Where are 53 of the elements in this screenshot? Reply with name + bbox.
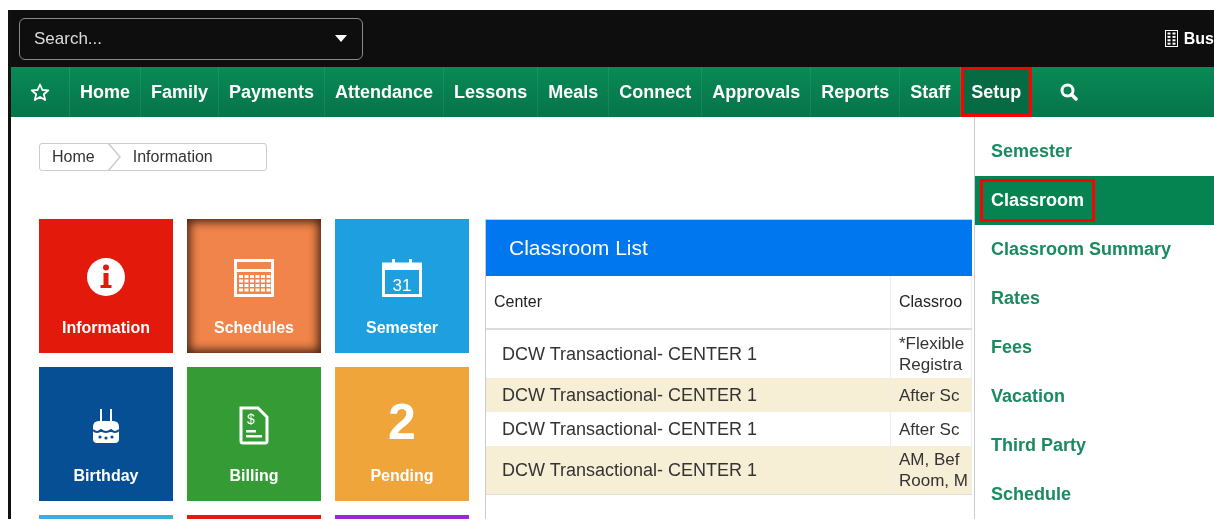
- menu-item-label: Classroom: [983, 182, 1093, 219]
- dashboard-tile[interactable]: Information: [39, 219, 173, 353]
- star-icon[interactable]: [30, 82, 50, 102]
- account-label[interactable]: Bus: [1183, 29, 1214, 48]
- table-cell: DCW Transactional- CENTER 1: [486, 446, 891, 494]
- dashboard-tile[interactable]: $ Billing: [187, 367, 321, 501]
- dashboard-tile[interactable]: Birthday: [39, 367, 173, 501]
- menu-item-label: Third Party: [990, 434, 1088, 457]
- building-icon: [1164, 30, 1178, 47]
- menu-item-label: Schedule: [990, 483, 1073, 506]
- menu-item[interactable]: Classroom: [975, 176, 1214, 225]
- caret-icon: [335, 34, 347, 42]
- menu-item-label: Rates: [990, 287, 1042, 310]
- menu-item[interactable]: Fees: [975, 323, 1214, 372]
- menu-item[interactable]: Classroom Summary: [975, 225, 1214, 274]
- breadcrumb-link[interactable]: Home: [40, 148, 107, 166]
- info-icon: [86, 257, 126, 297]
- menu-item[interactable]: Schedule: [975, 470, 1214, 519]
- nav-item[interactable]: Home: [70, 67, 141, 117]
- menu-item[interactable]: Semester: [975, 127, 1214, 176]
- tile-label: Schedules: [214, 319, 294, 337]
- pending-count: 2: [388, 399, 416, 445]
- nav-item[interactable]: Setup: [961, 67, 1033, 117]
- tile-label: Pending: [370, 467, 434, 485]
- tile-label: Billing: [229, 467, 279, 485]
- invoice-icon: $: [238, 405, 270, 445]
- menu-item-label: Fees: [990, 336, 1034, 359]
- dashboard-tile[interactable]: Schedules: [187, 219, 321, 353]
- nav-item[interactable]: Family: [141, 67, 220, 117]
- menu-item[interactable]: Third Party: [975, 421, 1214, 470]
- nav-item[interactable]: Lessons: [444, 67, 539, 117]
- nav-item[interactable]: Payments: [219, 67, 326, 117]
- menu-item-label: Classroom Summary: [990, 238, 1173, 261]
- nav-item[interactable]: Approvals: [702, 67, 812, 117]
- menu-item[interactable]: Vacation: [975, 372, 1214, 421]
- nav-item[interactable]: Attendance: [325, 67, 445, 117]
- menu-item[interactable]: Rates: [975, 274, 1214, 323]
- tile-label: Semester: [365, 319, 438, 337]
- search-field[interactable]: Search...: [19, 17, 363, 60]
- schedule-icon: [234, 259, 274, 297]
- breadcrumb-link[interactable]: Information: [120, 148, 225, 166]
- search-icon[interactable]: [1060, 83, 1079, 101]
- panel-title: Classroom List: [486, 220, 972, 276]
- dashboard-tile[interactable]: 31 Semester: [335, 219, 469, 353]
- nav-item[interactable]: Connect: [609, 67, 703, 117]
- menu-item-label: Vacation: [990, 385, 1067, 408]
- table-cell: AM, Bef Room, M: [890, 446, 972, 494]
- tile-label: Information: [62, 319, 150, 337]
- nav-item[interactable]: Meals: [538, 67, 610, 117]
- tile-label: Birthday: [73, 467, 139, 485]
- calendar-icon: 31: [382, 259, 422, 297]
- menu-item-label: Semester: [990, 140, 1074, 163]
- nav-item[interactable]: Reports: [811, 67, 901, 117]
